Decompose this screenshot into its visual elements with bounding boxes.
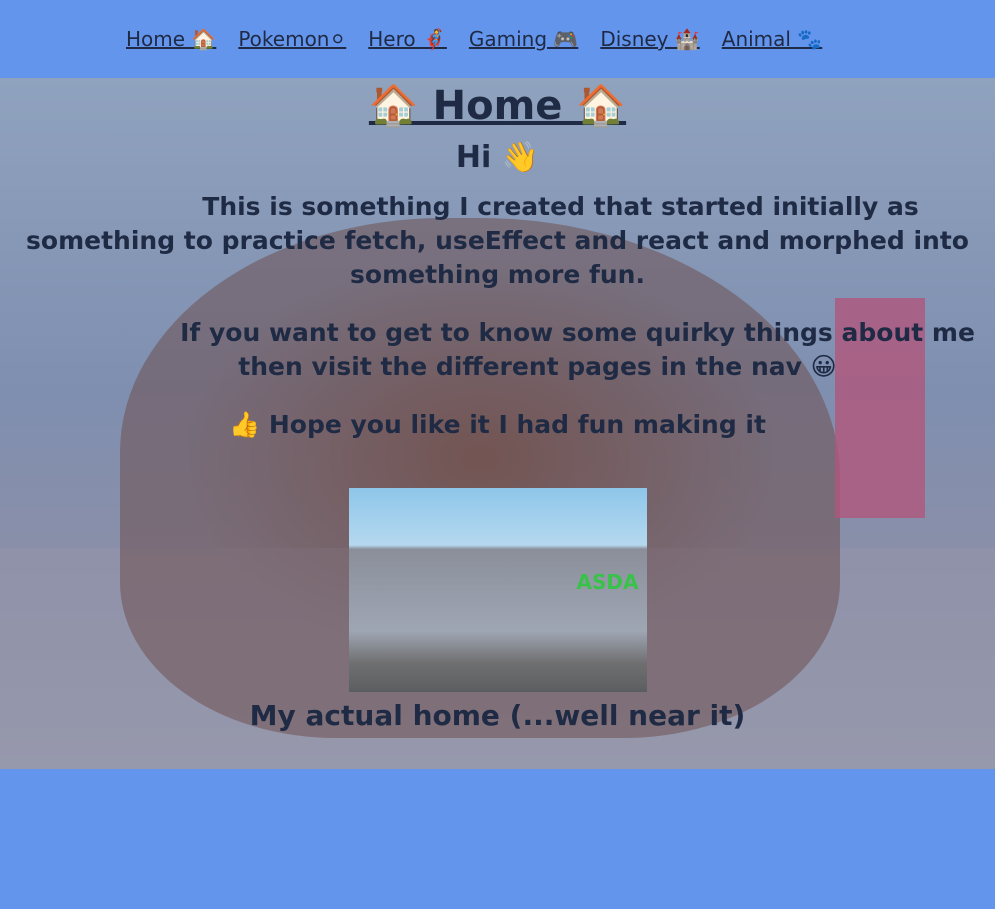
nav-hint-paragraph: If you want to get to know some quirky t… [180,318,975,381]
greeting: Hi 👋 [455,140,540,175]
nav-link-disney[interactable]: Disney 🏰 [600,27,699,51]
photo-caption: My actual home (...well near it) [249,699,746,732]
main-nav: Home 🏠 Pokemon⚪ Hero 🦸 Gaming 🎮 Disney 🏰… [0,0,995,78]
nav-link-animal[interactable]: Animal 🐾 [722,27,822,51]
page-title: 🏠 Home 🏠 [368,83,627,129]
closing-paragraph: 👍 Hope you like it I had fun making it [229,410,766,439]
store-sign: ASDA [576,570,639,594]
home-photo: ASDA [348,488,647,692]
intro-paragraph: This is something I created that started… [26,192,969,289]
nav-link-gaming[interactable]: Gaming 🎮 [469,27,578,51]
nav-link-pokemon[interactable]: Pokemon⚪ [238,27,346,51]
nav-link-home[interactable]: Home 🏠 [126,27,216,51]
home-content: 🏠 Home 🏠 Hi 👋 This is something I create… [0,78,995,736]
nav-link-hero[interactable]: Hero 🦸 [368,27,447,51]
